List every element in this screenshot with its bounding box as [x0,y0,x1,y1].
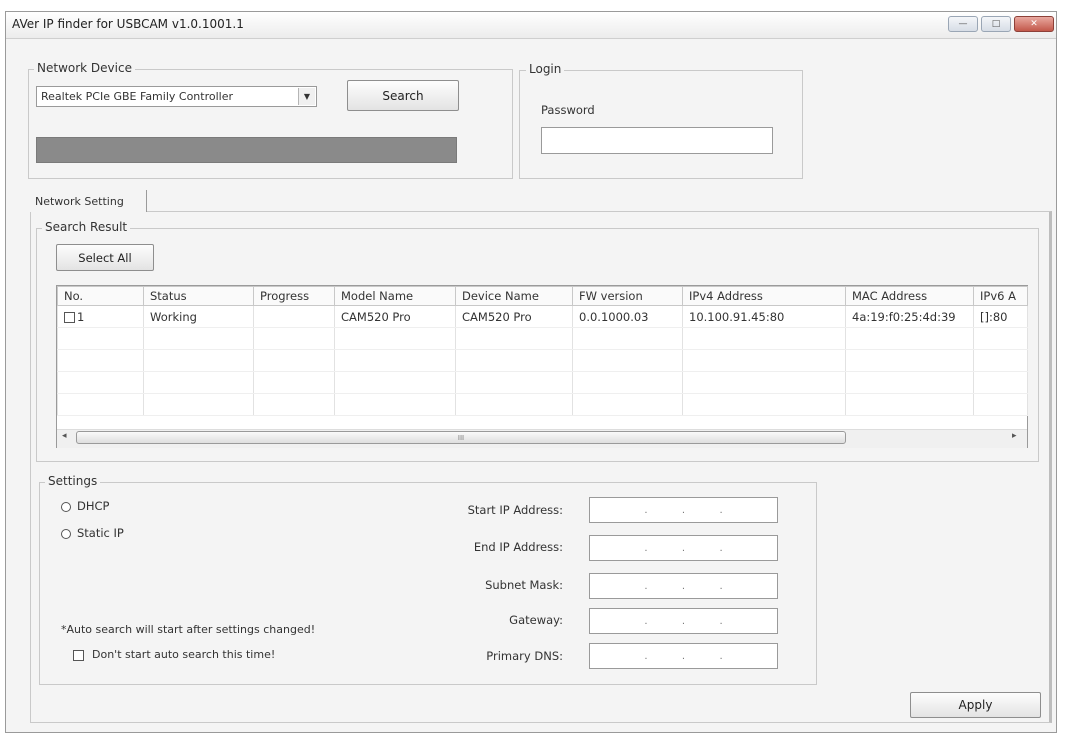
ip-dot: . [644,542,648,554]
auto-search-note: *Auto search will start after settings c… [61,623,316,636]
minimize-button[interactable]: — [948,16,978,32]
ip-dot: . [644,650,648,662]
ipv6-cell: []:80 [973,305,1028,328]
row-number: 1 [77,309,85,324]
mac-cell: 4a:19:f0:25:4d:39 [845,305,974,328]
ip-dot: . [719,615,723,627]
select-all-button[interactable]: Select All [56,244,154,271]
start-ip-input[interactable]: ... [589,497,778,523]
window-title: AVer IP finder for USBCAM v1.0.1001.1 [12,17,244,31]
end-ip-label: End IP Address: [473,540,563,554]
start-ip-label: Start IP Address: [467,503,563,517]
login-group [519,70,803,179]
column-header[interactable]: Model Name [334,286,456,306]
scroll-right-icon[interactable]: ▸ [1012,431,1017,441]
dont-auto-search-checkbox[interactable] [73,649,84,661]
ip-dot: . [719,650,723,662]
chevron-down-icon[interactable]: ▼ [298,88,315,105]
maximize-button[interactable]: □ [981,16,1011,32]
ip-dot: . [644,504,648,516]
scroll-thumb[interactable]: III [76,431,846,444]
device-table: No. Status Progress Model Name Device Na… [57,286,1028,416]
progress-cell [253,305,335,328]
ip-dot: . [681,580,686,592]
subnet-mask-label: Subnet Mask: [485,578,563,592]
password-input[interactable] [541,127,773,154]
gateway-input[interactable]: ... [589,608,778,634]
search-button[interactable]: Search [347,80,459,111]
table-row [57,349,1028,372]
static-ip-option[interactable]: Static IP [61,526,124,540]
column-header[interactable]: Progress [253,286,335,306]
ipv4-cell: 10.100.91.45:80 [682,305,846,328]
table-row[interactable]: 1 Working CAM520 Pro CAM520 Pro 0.0.1000… [57,305,1028,328]
end-ip-input[interactable]: ... [589,535,778,561]
gateway-label: Gateway: [509,613,563,627]
table-row [57,327,1028,350]
dhcp-radio[interactable] [61,501,71,512]
ip-dot: . [719,504,723,516]
search-result-label: Search Result [42,220,131,234]
column-header[interactable]: No. [57,286,144,306]
column-header[interactable]: MAC Address [845,286,974,306]
window-controls: — □ ✕ [948,16,1054,32]
settings-label: Settings [45,474,101,488]
subnet-mask-input[interactable]: ... [589,573,778,599]
network-device-label: Network Device [34,61,135,75]
ip-dot: . [681,650,686,662]
apply-button[interactable]: Apply [910,692,1041,718]
ip-dot: . [681,504,686,516]
ip-dot: . [719,542,723,554]
fw-version-cell: 0.0.1000.03 [572,305,683,328]
ip-dot: . [644,580,648,592]
close-button[interactable]: ✕ [1014,16,1054,32]
column-header[interactable]: IPv6 A [973,286,1028,306]
column-header[interactable]: FW version [572,286,683,306]
ip-dot: . [719,580,723,592]
static-ip-radio[interactable] [61,528,71,539]
primary-dns-label: Primary DNS: [486,649,563,663]
device-name-cell: CAM520 Pro [455,305,573,328]
row-number-cell: 1 [57,305,144,328]
login-label: Login [526,62,565,76]
table-row [57,371,1028,394]
password-label: Password [541,103,595,117]
network-adapter-select[interactable]: Realtek PCIe GBE Family Controller ▼ [36,86,317,107]
ip-dot: . [681,615,686,627]
status-cell: Working [143,305,254,328]
row-checkbox[interactable] [64,311,75,323]
dhcp-label: DHCP [77,499,110,513]
column-header[interactable]: IPv4 Address [682,286,846,306]
ip-dot: . [681,542,686,554]
static-ip-label: Static IP [77,526,124,540]
dhcp-option[interactable]: DHCP [61,499,109,513]
dont-auto-search-label: Don't start auto search this time! [92,648,276,661]
column-header[interactable]: Device Name [455,286,573,306]
table-row [57,393,1028,416]
ip-dot: . [644,615,648,627]
dont-auto-search-option[interactable]: Don't start auto search this time! [73,648,275,661]
tab-network-setting[interactable]: Network Setting [30,190,147,212]
primary-dns-input[interactable]: ... [589,643,778,669]
column-header[interactable]: Status [143,286,254,306]
scroll-left-icon[interactable]: ◂ [62,431,67,441]
model-name-cell: CAM520 Pro [334,305,456,328]
table-header-row: No. Status Progress Model Name Device Na… [57,286,1028,306]
search-progress-bar [36,137,457,163]
network-adapter-value: Realtek PCIe GBE Family Controller [41,90,234,103]
